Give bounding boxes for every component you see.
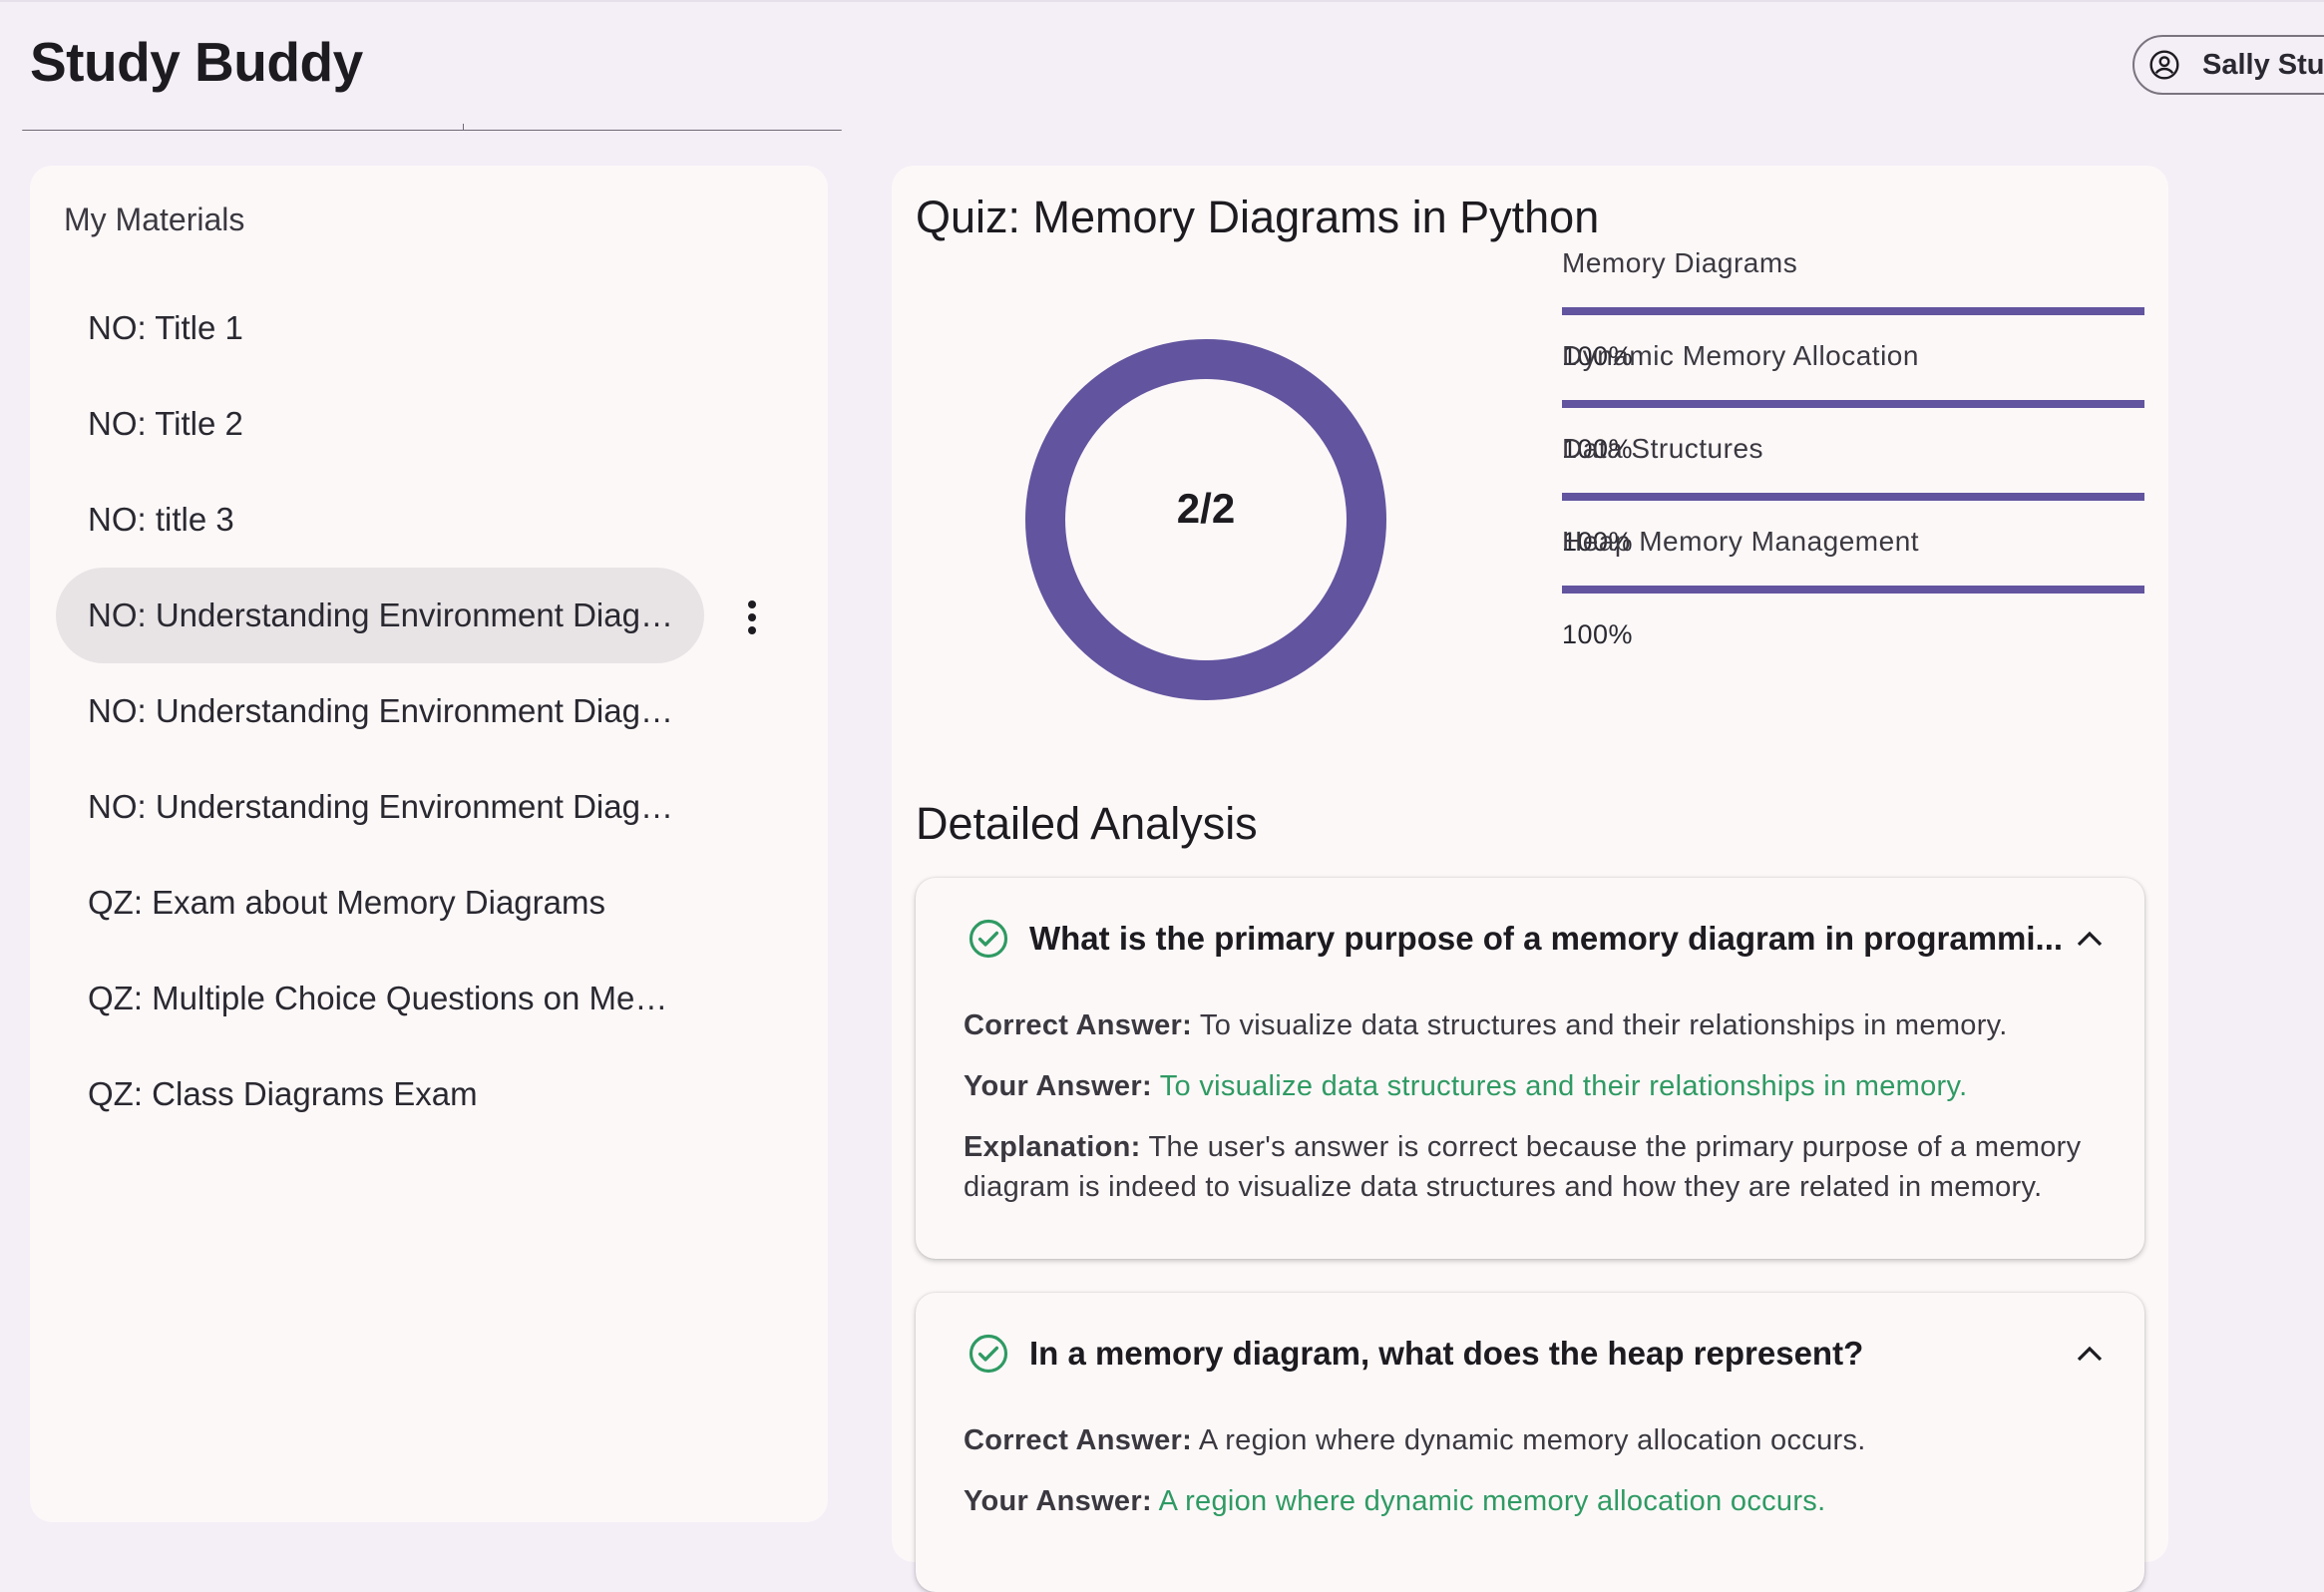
- topic-progress-fill: [1562, 400, 2144, 408]
- correct-answer-line: Correct Answer: To visualize data struct…: [964, 1005, 2111, 1045]
- top-border: [0, 0, 2324, 2]
- correct-answer-text: To visualize data structures and their r…: [1199, 1009, 2008, 1041]
- correct-answer-line: Correct Answer: A region where dynamic m…: [964, 1420, 2111, 1460]
- topic-percent: 100%: [1562, 619, 1634, 649]
- material-item-active[interactable]: NO: Understanding Environment Diag…: [56, 568, 704, 663]
- topic-progress-fill: [1562, 307, 2144, 315]
- user-name: Sally Student: [2202, 48, 2324, 81]
- header-divider: [22, 124, 842, 131]
- explanation-label: Explanation:: [964, 1131, 1141, 1163]
- your-answer-label: Your Answer:: [964, 1485, 1152, 1517]
- quiz-title: Quiz: Memory Diagrams in Python: [916, 192, 1600, 242]
- explanation-line: Explanation: The user's answer is correc…: [964, 1127, 2111, 1207]
- sidebar-title: My Materials: [64, 201, 245, 237]
- correct-answer-text: A region where dynamic memory allocation…: [1198, 1424, 1866, 1456]
- correct-answer-label: Correct Answer:: [964, 1424, 1193, 1456]
- material-item[interactable]: NO: title 3: [56, 472, 704, 568]
- question-header[interactable]: What is the primary purpose of a memory …: [968, 918, 2063, 960]
- your-answer-text: To visualize data structures and their r…: [1159, 1070, 1968, 1102]
- question-card: In a memory diagram, what does the heap …: [916, 1293, 2144, 1592]
- material-item[interactable]: NO: Understanding Environment Diag…: [56, 759, 704, 855]
- score-text: 2/2: [1176, 485, 1236, 532]
- material-item[interactable]: QZ: Exam about Memory Diagrams: [56, 855, 704, 951]
- check-circle-icon: [968, 1334, 1008, 1374]
- material-item[interactable]: QZ: Multiple Choice Questions on Me…: [56, 951, 704, 1046]
- question-card: What is the primary purpose of a memory …: [916, 878, 2144, 1259]
- material-item[interactable]: NO: Title 1: [56, 280, 704, 376]
- topic-name: Dynamic Memory Allocation: [1562, 340, 1919, 371]
- topic-progress-fill: [1562, 586, 2144, 594]
- your-answer-label: Your Answer:: [964, 1070, 1152, 1102]
- topic-progress-bar: [1562, 586, 2144, 594]
- question-text: In a memory diagram, what does the heap …: [1029, 1335, 1864, 1372]
- your-answer-text: A region where dynamic memory allocation…: [1158, 1485, 1826, 1517]
- account-circle-icon: [2149, 50, 2179, 80]
- topic-progress-fill: [1562, 493, 2144, 501]
- quiz-results-panel: Quiz: Memory Diagrams in Python 2/2 Memo…: [892, 166, 2168, 1592]
- material-item[interactable]: NO: Title 2: [56, 376, 704, 472]
- your-answer-line: Your Answer: To visualize data structure…: [964, 1066, 2111, 1106]
- topic-progress-bar: [1562, 307, 2144, 315]
- your-answer-line: Your Answer: A region where dynamic memo…: [964, 1481, 2111, 1521]
- chevron-up-icon[interactable]: [2075, 928, 2105, 950]
- topic-name: Heap Memory Management: [1562, 526, 1920, 557]
- check-circle-icon: [968, 919, 1008, 959]
- question-header[interactable]: In a memory diagram, what does the heap …: [968, 1333, 1863, 1375]
- topic-progress-bar: [1562, 400, 2144, 408]
- topic-row: Heap Memory Management 100%: [1562, 526, 2144, 650]
- topic-name: Memory Diagrams: [1562, 247, 1798, 278]
- correct-answer-label: Correct Answer:: [964, 1009, 1193, 1041]
- materials-sidebar: My Materials NO: Title 1 NO: Title 2 NO:…: [30, 166, 828, 1522]
- material-item[interactable]: QZ: Class Diagrams Exam: [56, 1046, 704, 1142]
- user-menu-button[interactable]: Sally Student: [2132, 35, 2324, 95]
- material-item[interactable]: NO: Understanding Environment Diag…: [56, 663, 704, 759]
- question-text: What is the primary purpose of a memory …: [1029, 920, 2064, 957]
- chevron-up-icon[interactable]: [2075, 1343, 2105, 1365]
- topic-name: Data Structures: [1562, 433, 1764, 464]
- app-title: Study Buddy: [30, 31, 363, 93]
- analysis-title: Detailed Analysis: [916, 798, 1258, 849]
- topic-progress-bar: [1562, 493, 2144, 501]
- more-vert-icon[interactable]: [732, 596, 772, 647]
